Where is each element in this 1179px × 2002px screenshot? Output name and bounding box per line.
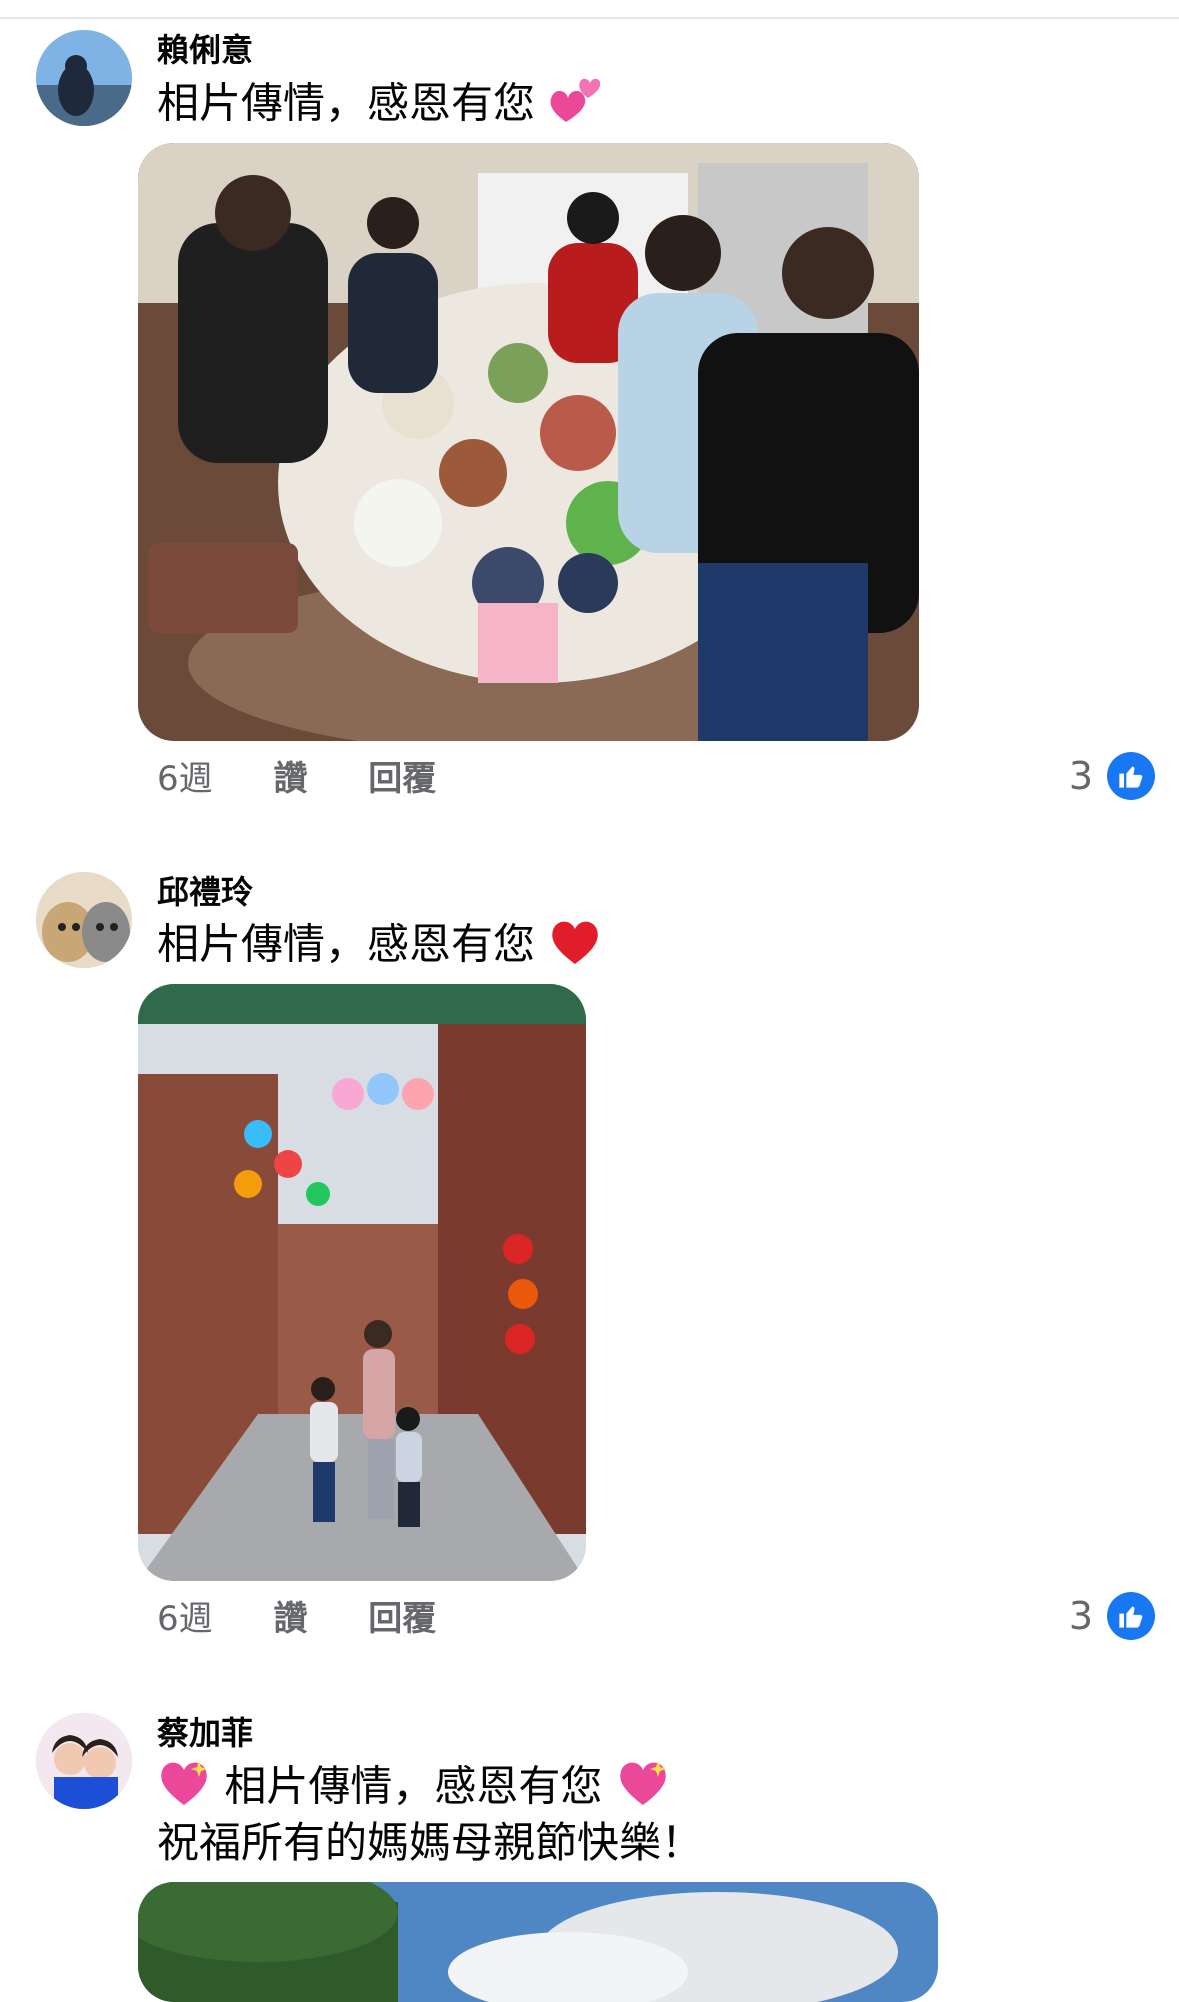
like-action[interactable]: 讚: [273, 1597, 307, 1641]
comment-text: 相片傳情，感恩有您: [157, 916, 602, 978]
sparkling-heart-icon: [616, 1757, 670, 1821]
author-name[interactable]: 賴俐意: [157, 30, 253, 70]
comment-photo[interactable]: [138, 1882, 938, 2002]
comment-text-body: 相片傳情，感恩有您: [224, 1761, 603, 1811]
comment-text: 相片傳情，感恩有您: [157, 1757, 670, 1821]
comment-photo[interactable]: [138, 984, 586, 1581]
avatar[interactable]: [36, 30, 132, 126]
comment-photo[interactable]: [138, 143, 919, 741]
comment-time[interactable]: 6週: [157, 1597, 213, 1641]
reaction-summary[interactable]: 3: [1069, 1592, 1155, 1640]
avatar[interactable]: [36, 872, 132, 968]
reply-action[interactable]: 回覆: [368, 757, 436, 801]
comment-text-line2: 祝福所有的媽媽母親節快樂！: [157, 1818, 704, 1867]
reaction-count: 3: [1068, 754, 1093, 798]
like-thumb-icon: [1107, 752, 1155, 800]
avatar[interactable]: [36, 1713, 132, 1809]
like-action[interactable]: 讚: [273, 757, 307, 801]
comment-text-body: 相片傳情，感恩有您: [157, 78, 536, 128]
author-name[interactable]: 邱禮玲: [157, 872, 253, 912]
red-heart-icon: [548, 916, 602, 978]
like-thumb-icon: [1107, 1592, 1155, 1640]
comment-text-body: 相片傳情，感恩有您: [157, 919, 536, 969]
comment-actions: 6週 讚 回覆: [157, 757, 486, 801]
two-hearts-icon: [548, 74, 602, 138]
author-name[interactable]: 蔡加菲: [157, 1713, 253, 1753]
reply-action[interactable]: 回覆: [368, 1597, 436, 1641]
reaction-summary[interactable]: 3: [1069, 752, 1155, 800]
reaction-count: 3: [1068, 1594, 1093, 1638]
comment-time[interactable]: 6週: [157, 757, 213, 801]
comment-text: 相片傳情，感恩有您: [157, 74, 602, 138]
top-divider: [0, 0, 1179, 19]
comment-actions: 6週 讚 回覆: [157, 1597, 486, 1641]
sparkling-heart-icon: [157, 1757, 211, 1821]
